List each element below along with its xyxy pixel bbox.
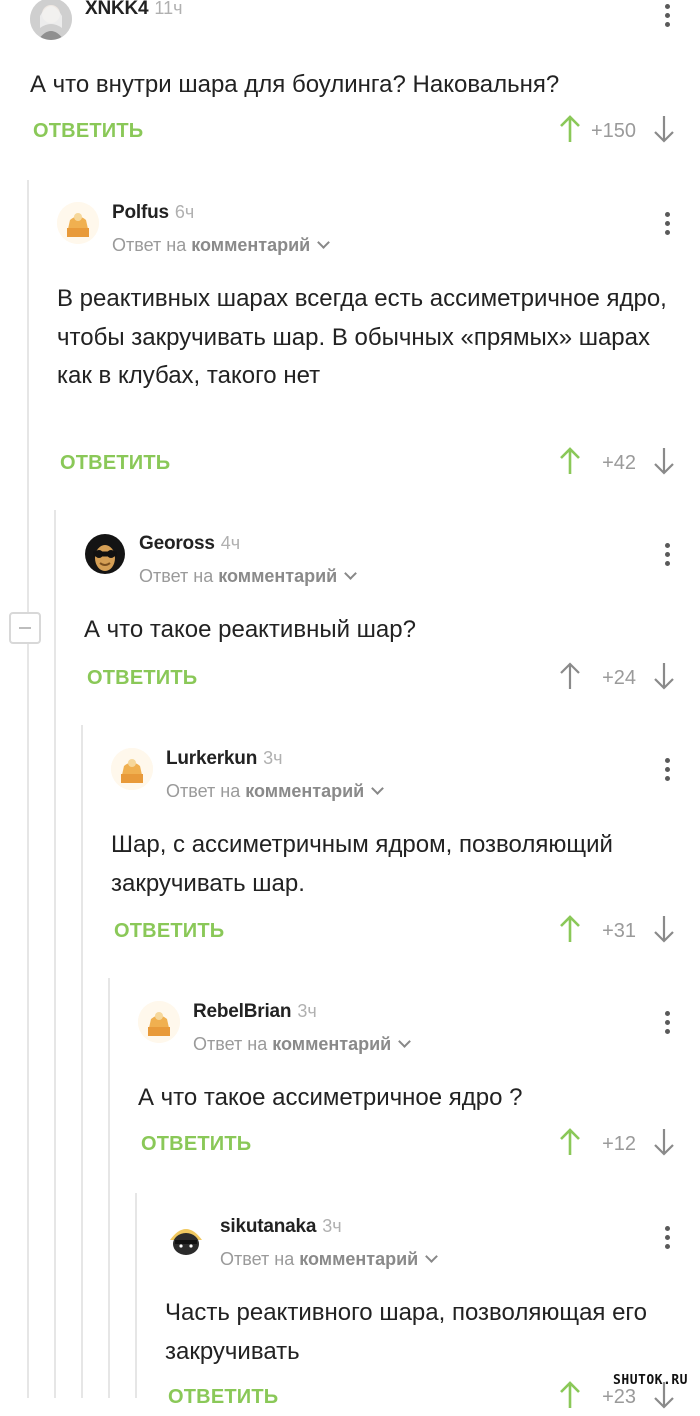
comment-actions: ОТВЕТИТЬ +42: [57, 446, 700, 482]
comment-text: А что такое реактивный шар?: [84, 616, 416, 643]
reply-button[interactable]: ОТВЕТИТЬ: [33, 120, 143, 143]
comment-text: А что такое ассиметричное ядро ?: [138, 1084, 523, 1111]
comment: sikutanaka 3ч Ответ на комментарий Часть …: [165, 1214, 700, 1409]
username[interactable]: Lurkerkun: [166, 748, 257, 769]
downvote-icon[interactable]: [652, 661, 676, 691]
score: +12: [602, 1133, 636, 1155]
comment-text: В реактивных шарах всегда есть ассиметри…: [57, 285, 667, 389]
chevron-down-icon: [425, 1250, 439, 1263]
reply-to-target: комментарий: [245, 781, 365, 801]
timestamp: 4ч: [220, 533, 241, 553]
reply-to[interactable]: Ответ на комментарий: [220, 1247, 439, 1271]
thread-line: [108, 978, 110, 1398]
watermark: SHUTOK.RU: [613, 1373, 688, 1388]
comment: Geoross 4ч Ответ на комментарий А что так…: [84, 531, 700, 711]
avatar[interactable]: [138, 1001, 180, 1043]
comment-actions: ОТВЕТИТЬ +150: [30, 114, 700, 150]
downvote-icon[interactable]: [652, 446, 676, 476]
username[interactable]: Polfus: [112, 202, 169, 223]
timestamp: 6ч: [174, 202, 195, 222]
more-options-icon[interactable]: [660, 1011, 674, 1037]
reply-to-prefix: Ответ на: [139, 566, 214, 586]
avatar[interactable]: [57, 202, 99, 244]
comment-meta: sikutanaka 3ч: [220, 1214, 342, 1240]
thread-line: [135, 1193, 137, 1398]
comment-text: Шар, с ассиметричным ядром, позволяющий …: [111, 831, 613, 897]
comment-meta: Polfus 6ч: [112, 200, 194, 226]
username[interactable]: sikutanaka: [220, 1216, 316, 1237]
reply-to-prefix: Ответ на: [166, 781, 241, 801]
more-options-icon[interactable]: [660, 1226, 674, 1252]
comment-text: Часть реактивного шара, позволяющая его …: [165, 1299, 648, 1365]
timestamp: 11ч: [154, 0, 183, 18]
comment: RebelBrian 3ч Ответ на комментарий А что …: [138, 999, 700, 1179]
comment-meta: Geoross 4ч: [139, 531, 240, 557]
reply-to[interactable]: Ответ на комментарий: [139, 564, 358, 588]
comment-meta: XNKK4 11ч: [85, 0, 182, 22]
avatar[interactable]: [165, 1216, 207, 1258]
username[interactable]: Geoross: [139, 533, 215, 554]
chevron-down-icon: [371, 782, 385, 795]
reply-to-target: комментарий: [218, 566, 338, 586]
reply-to[interactable]: Ответ на комментарий: [166, 779, 385, 803]
comment-actions: ОТВЕТИТЬ +12: [138, 1127, 700, 1163]
reply-to-target: комментарий: [191, 235, 311, 255]
more-options-icon[interactable]: [660, 758, 674, 784]
timestamp: 3ч: [263, 748, 283, 768]
comment-actions: ОТВЕТИТЬ +31: [111, 914, 700, 950]
score: +24: [602, 667, 636, 689]
username[interactable]: RebelBrian: [193, 1001, 292, 1022]
comment: XNKK4 11ч А что внутри шара для боулинга?…: [30, 0, 700, 160]
comment-meta: Lurkerkun 3ч: [166, 746, 283, 772]
avatar[interactable]: [84, 533, 126, 575]
reply-to-target: комментарий: [272, 1034, 392, 1054]
thread-line: [54, 510, 56, 1398]
chevron-down-icon: [317, 236, 331, 249]
reply-to[interactable]: Ответ на комментарий: [193, 1032, 412, 1056]
comment: Lurkerkun 3ч Ответ на комментарий Шар, с …: [111, 746, 700, 966]
reply-button[interactable]: ОТВЕТИТЬ: [87, 667, 197, 690]
reply-to-prefix: Ответ на: [112, 235, 187, 255]
thread-line: [27, 180, 29, 1398]
reply-to[interactable]: Ответ на комментарий: [112, 233, 331, 257]
more-options-icon[interactable]: [660, 4, 674, 30]
more-options-icon[interactable]: [660, 543, 674, 569]
thread-line: [81, 725, 83, 1398]
avatar[interactable]: [111, 748, 153, 790]
avatar[interactable]: [30, 0, 72, 40]
comment: Polfus 6ч Ответ на комментарий В реактивн…: [57, 200, 700, 500]
score: +150: [590, 120, 636, 142]
reply-to-target: комментарий: [299, 1249, 419, 1269]
downvote-icon[interactable]: [652, 1127, 676, 1157]
reply-button[interactable]: ОТВЕТИТЬ: [60, 452, 170, 475]
comment-actions: ОТВЕТИТЬ +24: [84, 661, 700, 697]
collapse-thread-button[interactable]: [9, 612, 41, 644]
reply-to-prefix: Ответ на: [193, 1034, 268, 1054]
timestamp: 3ч: [297, 1001, 317, 1021]
chevron-down-icon: [344, 567, 358, 580]
downvote-icon[interactable]: [652, 914, 676, 944]
chevron-down-icon: [398, 1035, 412, 1048]
reply-button[interactable]: ОТВЕТИТЬ: [141, 1133, 251, 1156]
comment-meta: RebelBrian 3ч: [193, 999, 317, 1025]
reply-to-prefix: Ответ на: [220, 1249, 295, 1269]
comment-text: А что внутри шара для боулинга? Наковаль…: [30, 71, 560, 98]
more-options-icon[interactable]: [660, 212, 674, 238]
username[interactable]: XNKK4: [85, 0, 149, 19]
score: +42: [602, 452, 636, 474]
timestamp: 3ч: [322, 1216, 342, 1236]
reply-button[interactable]: ОТВЕТИТЬ: [114, 920, 224, 943]
downvote-icon[interactable]: [652, 114, 676, 144]
score: +31: [602, 920, 636, 942]
